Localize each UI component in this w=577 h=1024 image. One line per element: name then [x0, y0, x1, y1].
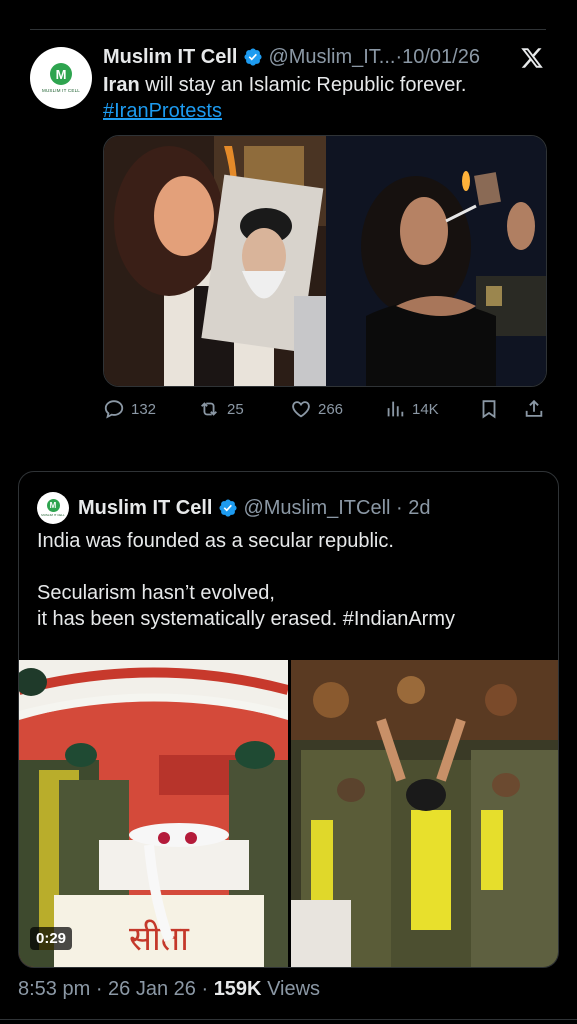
quoted-tweet-card[interactable]: M MUSLIM IT CELL Muslim IT Cell @Muslim_… — [18, 471, 559, 968]
views-label: Views — [267, 978, 321, 1000]
quote-line-3: it has been systematically erased. #Indi… — [37, 608, 455, 630]
reply-button[interactable]: 132 — [103, 398, 156, 420]
avatar-logo: M — [50, 63, 72, 85]
reply-count: 132 — [131, 400, 157, 418]
video-cake-cutting[interactable]: सीता — [19, 660, 290, 967]
bottom-divider — [0, 1019, 577, 1020]
quote-author-handle[interactable]: @Muslim_ITCell — [243, 497, 390, 520]
x-logo-icon — [520, 46, 544, 70]
tweet-footer: 8:53 pm · 26 Jan 26 · 159K Views — [18, 978, 320, 1001]
separator-dot: · — [395, 45, 403, 68]
verified-badge-icon — [218, 498, 238, 518]
separator-dot: · — [201, 978, 214, 1000]
post-time[interactable]: 8:53 pm — [18, 978, 90, 1000]
avatar-caption: MUSLIM IT CELL — [42, 88, 80, 93]
quote-age[interactable]: 2d — [408, 497, 430, 520]
like-button[interactable]: 266 — [290, 398, 343, 420]
tweet-text: Iran will stay an Islamic Republic forev… — [103, 72, 533, 124]
quote-line-2: Secularism hasn’t evolved, — [37, 582, 275, 604]
analytics-icon — [387, 401, 404, 417]
bookmark-button[interactable] — [478, 398, 506, 420]
heart-icon — [292, 401, 310, 418]
quote-avatar[interactable]: M MUSLIM IT CELL — [37, 492, 69, 524]
tweet-actions: 132 25 266 14K — [103, 398, 547, 422]
quote-line-1: India was founded as a secular republic. — [37, 530, 394, 552]
views-count: 159K — [213, 978, 262, 1000]
video-duration: 0:29 — [30, 927, 73, 950]
tweet-date[interactable]: 10/01/26 — [402, 46, 480, 69]
quote-media[interactable]: सीता — [19, 660, 558, 967]
photo-woman-lighting-cigarette[interactable] — [326, 136, 546, 386]
photo-woman-burning-portrait[interactable] — [104, 136, 326, 386]
share-button[interactable] — [523, 398, 551, 420]
tweet-media[interactable] — [103, 135, 547, 387]
repost-icon — [201, 402, 217, 416]
reply-icon — [104, 400, 124, 419]
hashtag-link[interactable]: #IranProtests — [103, 100, 222, 122]
tweet-text-bold: Iran — [103, 74, 140, 96]
quote-header: M MUSLIM IT CELL Muslim IT Cell @Muslim_… — [37, 492, 430, 524]
quote-avatar-caption: MUSLIM IT CELL — [41, 513, 65, 517]
quote-text: India was founded as a secular republic.… — [37, 528, 547, 632]
tweet-header: Muslim IT Cell @Muslim_IT... · 10/01/26 — [103, 44, 480, 70]
author-name[interactable]: Muslim IT Cell — [103, 46, 237, 69]
author-handle[interactable]: @Muslim_IT... — [268, 46, 395, 69]
photo-soldiers-celebrating[interactable] — [291, 660, 558, 967]
separator-dot: · — [95, 978, 109, 1000]
repost-count: 25 — [227, 400, 244, 418]
avatar[interactable]: M MUSLIM IT CELL — [30, 47, 92, 109]
top-divider — [30, 29, 546, 30]
verified-badge-icon — [243, 47, 263, 67]
tweet-text-rest: will stay an Islamic Republic forever. — [139, 74, 467, 96]
separator-dot: · — [390, 496, 409, 519]
repost-button[interactable]: 25 — [197, 398, 244, 420]
quote-author-name[interactable]: Muslim IT Cell — [78, 497, 212, 520]
share-icon — [525, 399, 543, 417]
views-button[interactable]: 14K — [384, 398, 439, 420]
post-date[interactable]: 26 Jan 26 — [108, 978, 196, 1000]
like-count: 266 — [318, 400, 344, 418]
quote-avatar-logo: M — [46, 499, 60, 512]
bookmark-icon — [482, 400, 496, 419]
view-count: 14K — [412, 400, 439, 418]
